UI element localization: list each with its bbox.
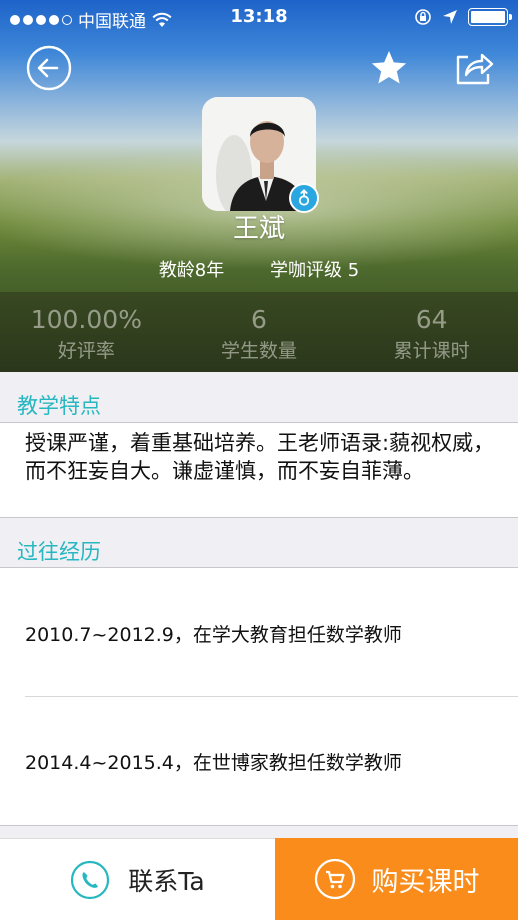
features-panel: 授课严谨，着重基础培养。王老师语录:藐视权威，而不狂妄自大。谦虚谨慎，而不妄自菲… bbox=[0, 423, 518, 518]
stat-label: 学生数量 bbox=[221, 340, 298, 362]
back-arrow-icon bbox=[26, 45, 72, 91]
contact-button[interactable]: 联系Ta bbox=[0, 838, 275, 920]
history-item: 2014.4~2015.4，在世博家教担任数学教师 bbox=[25, 752, 402, 774]
male-icon bbox=[298, 189, 310, 206]
cart-icon bbox=[314, 858, 355, 900]
stat-value: 64 bbox=[415, 305, 448, 334]
history-item: 2010.7~2012.9，在学大教育担任数学教师 bbox=[25, 624, 402, 646]
buy-label: 购买课时 bbox=[371, 866, 480, 898]
share-button[interactable] bbox=[450, 44, 498, 92]
stat-label: 累计课时 bbox=[393, 340, 470, 362]
status-right bbox=[414, 8, 512, 26]
stat-total-hours: 64 累计课时 bbox=[345, 292, 518, 372]
favorite-button[interactable] bbox=[365, 44, 413, 92]
teaching-years: 教龄8年 bbox=[158, 260, 225, 281]
teacher-avatar-container bbox=[202, 97, 319, 213]
teacher-rating: 学咖评级 5 bbox=[270, 260, 360, 281]
stat-value: 6 bbox=[251, 305, 267, 334]
location-icon bbox=[443, 10, 457, 24]
stat-student-count: 6 学生数量 bbox=[173, 292, 346, 372]
teacher-meta: 教龄8年 学咖评级 5 bbox=[0, 256, 518, 282]
battery-icon bbox=[468, 8, 512, 26]
stats-bar: 100.00% 好评率 6 学生数量 64 累计课时 bbox=[0, 292, 518, 372]
stat-label: 好评率 bbox=[57, 340, 115, 362]
features-text: 授课严谨，着重基础培养。王老师语录:藐视权威，而不狂妄自大。谦虚谨慎，而不妄自菲… bbox=[25, 431, 495, 483]
share-icon bbox=[456, 53, 494, 85]
stat-positive-rate: 100.00% 好评率 bbox=[0, 292, 173, 372]
rotation-lock-icon bbox=[415, 9, 431, 25]
status-bar: 中国联通 13:18 bbox=[0, 0, 518, 36]
battery-fill bbox=[471, 11, 505, 23]
star-icon bbox=[371, 51, 407, 84]
stat-value: 100.00% bbox=[30, 305, 142, 334]
back-button[interactable] bbox=[25, 44, 73, 92]
history-section-title: 过往经历 bbox=[17, 540, 101, 564]
teacher-name: 王斌 bbox=[232, 214, 285, 244]
bottom-action-bar: 联系Ta 购买课时 bbox=[0, 838, 518, 920]
phone-icon bbox=[71, 860, 110, 899]
history-divider bbox=[25, 696, 518, 697]
contact-label: 联系Ta bbox=[128, 866, 205, 896]
features-section-title: 教学特点 bbox=[17, 394, 101, 418]
history-panel: 2010.7~2012.9，在学大教育担任数学教师 2014.4~2015.4，… bbox=[0, 568, 518, 826]
buy-hours-button[interactable]: 购买课时 bbox=[275, 838, 518, 920]
